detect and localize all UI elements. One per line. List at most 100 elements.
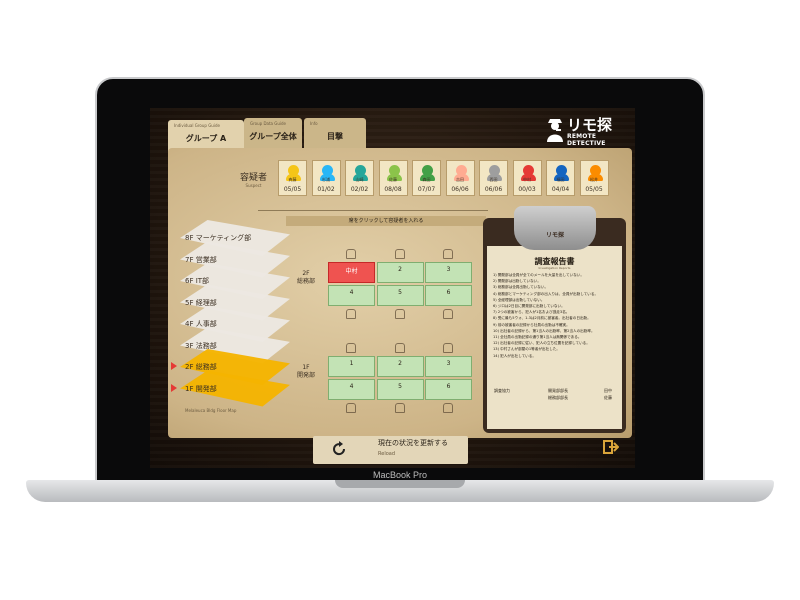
suspect-date: 06/06 — [451, 186, 469, 193]
suspect-card[interactable]: 中村 00/03 — [512, 160, 542, 196]
chair-icon — [346, 249, 356, 259]
suspect-card[interactable]: 西田 06/06 — [479, 160, 508, 196]
desk-seat[interactable]: 5 — [376, 285, 424, 306]
suspect-date: 05/05 — [585, 186, 603, 193]
suspect-avatar-icon — [554, 165, 569, 181]
suspect-name: 杉浦 — [322, 177, 330, 182]
signer-dept: 開発部部長 — [548, 388, 568, 393]
stage: MacBook Pro Individual Group Guide グループ A… — [0, 0, 800, 600]
laptop-notch — [335, 480, 465, 488]
floor-1[interactable]: 7F 営業部 — [180, 241, 290, 278]
floor-label: 5F 経理部 — [185, 298, 217, 307]
suspect-avatar-icon — [520, 165, 536, 181]
tab-label: 目撃 — [327, 132, 343, 141]
suspect-date: 00/03 — [518, 186, 536, 193]
desk-label: 4 — [349, 383, 354, 390]
dept-floor: 2F — [302, 270, 310, 277]
refresh-icon — [333, 441, 346, 456]
tab-sublabel: Individual Group Guide — [174, 123, 220, 128]
desk-seat[interactable]: 3 — [425, 262, 472, 283]
clamp-label: リモ探 — [545, 232, 564, 239]
suspect-name: 松井 — [590, 177, 598, 182]
chair-icon — [443, 343, 453, 353]
suspect-card[interactable]: 山崎 02/02 — [345, 160, 374, 196]
suspect-card[interactable]: 吉田 06/06 — [445, 160, 475, 196]
chair-icon — [443, 309, 453, 319]
suspect-date: 04/04 — [551, 186, 570, 193]
suspect-name: 森田 — [422, 177, 431, 182]
clipboard-clamp: リモ探 — [514, 206, 596, 250]
desk-seat[interactable]: 1 — [328, 356, 375, 377]
dept-name: 開発部 — [296, 372, 315, 379]
suspect-date: 01/02 — [317, 186, 335, 193]
suspect-card[interactable]: 佐藤 08/08 — [378, 160, 408, 196]
floor-6[interactable]: 2F 総務部 — [171, 349, 290, 385]
floor-4[interactable]: 4F 人事部 — [180, 306, 290, 342]
chair-icon — [443, 403, 453, 413]
desk-label: 2 — [398, 266, 402, 273]
floor-3[interactable]: 5F 経理部 — [180, 284, 290, 321]
suspect-card[interactable]: 斉藤 05/05 — [278, 160, 307, 196]
reload-sublabel: Reload — [378, 451, 396, 457]
suspects-heading: 容疑者 Suspect — [240, 173, 268, 188]
floor-5[interactable]: 3F 法務部 — [180, 327, 290, 364]
floor-label: 7F 営業部 — [185, 255, 217, 264]
desk-seat[interactable]: 2 — [376, 356, 424, 377]
reload-label: 現在の状況を更新する — [378, 439, 448, 447]
floor-label: 4F 人事部 — [185, 320, 217, 328]
signer-name: 佐藤 — [604, 395, 612, 400]
floor-label: 6F IT部 — [185, 277, 210, 285]
chair-icon — [346, 343, 356, 353]
floor-2[interactable]: 6F IT部 — [180, 263, 290, 299]
tab-sublabel: Info — [310, 121, 318, 126]
report-title-en: Investigation Reports — [538, 266, 571, 270]
signer-name: 田中 — [604, 388, 612, 393]
floor-7[interactable]: 1F 開発部 — [171, 370, 290, 407]
suspect-card[interactable]: 杉浦 01/02 — [311, 160, 341, 196]
floor-label: 2F 総務部 — [185, 363, 217, 371]
floor-label: 8F マーケティング部 — [185, 234, 252, 242]
desk-label: 中村 — [345, 268, 358, 275]
dept-name: 総務部 — [296, 278, 315, 285]
suspect-name: 山崎 — [355, 177, 364, 182]
desk-seat[interactable]: 2 — [376, 262, 424, 283]
suspect-name: 佐藤 — [389, 177, 397, 182]
desk-seat[interactable]: 4 — [328, 379, 375, 400]
suspect-avatar-icon — [353, 165, 368, 181]
desk-label: 5 — [398, 289, 402, 296]
logo-title: リモ探 — [567, 116, 613, 134]
suspect-name: 西田 — [489, 177, 498, 182]
desk-seat[interactable]: 4 — [328, 285, 375, 306]
exit-icon[interactable] — [603, 440, 619, 454]
suspect-name: 斉藤 — [288, 177, 297, 182]
seat-instruction: 席をクリックして容疑者を入れる — [286, 216, 486, 226]
suspect-date: 02/02 — [350, 186, 369, 193]
suspect-card[interactable]: 福田 04/04 — [546, 160, 575, 196]
desk-label: 4 — [349, 289, 354, 296]
desk-seat[interactable]: 6 — [425, 285, 472, 306]
detective-icon — [547, 119, 563, 142]
reload-button[interactable]: 現在の状況を更新する Reload — [313, 436, 468, 464]
desk-grid: 中村 2 3 4 5 6 — [328, 249, 472, 319]
chair-icon — [394, 403, 405, 413]
suspect-card[interactable]: 森田 07/07 — [412, 160, 441, 196]
report-paper: 調査報告書 Investigation Reports 1) 開発部は全員が全て… — [487, 246, 622, 429]
suspect-date: 08/08 — [384, 186, 402, 193]
chair-icon — [346, 309, 356, 319]
chair-icon — [443, 249, 453, 259]
floor-marker-icon — [171, 362, 177, 370]
dept-label: 2F 総務部 — [292, 270, 320, 286]
suspect-avatar-icon — [420, 165, 435, 181]
desk-seat[interactable]: 6 — [425, 379, 472, 400]
suspect-card[interactable]: 松井 05/05 — [579, 160, 609, 196]
suspect-name: 福田 — [556, 177, 565, 182]
desk-label: 3 — [446, 360, 451, 367]
suspect-date: 05/05 — [283, 186, 302, 193]
desk-seat[interactable]: 3 — [425, 356, 472, 377]
floor-0[interactable]: 8F マーケティング部 — [180, 220, 290, 256]
signer-dept: 総務部部長 — [548, 395, 568, 400]
report-line: 14) 犯人が出社している。 — [493, 353, 536, 358]
desk-seat[interactable]: 5 — [376, 379, 424, 400]
desk-seat[interactable]: 中村 — [328, 262, 375, 283]
suspect-avatar-icon — [319, 165, 335, 181]
